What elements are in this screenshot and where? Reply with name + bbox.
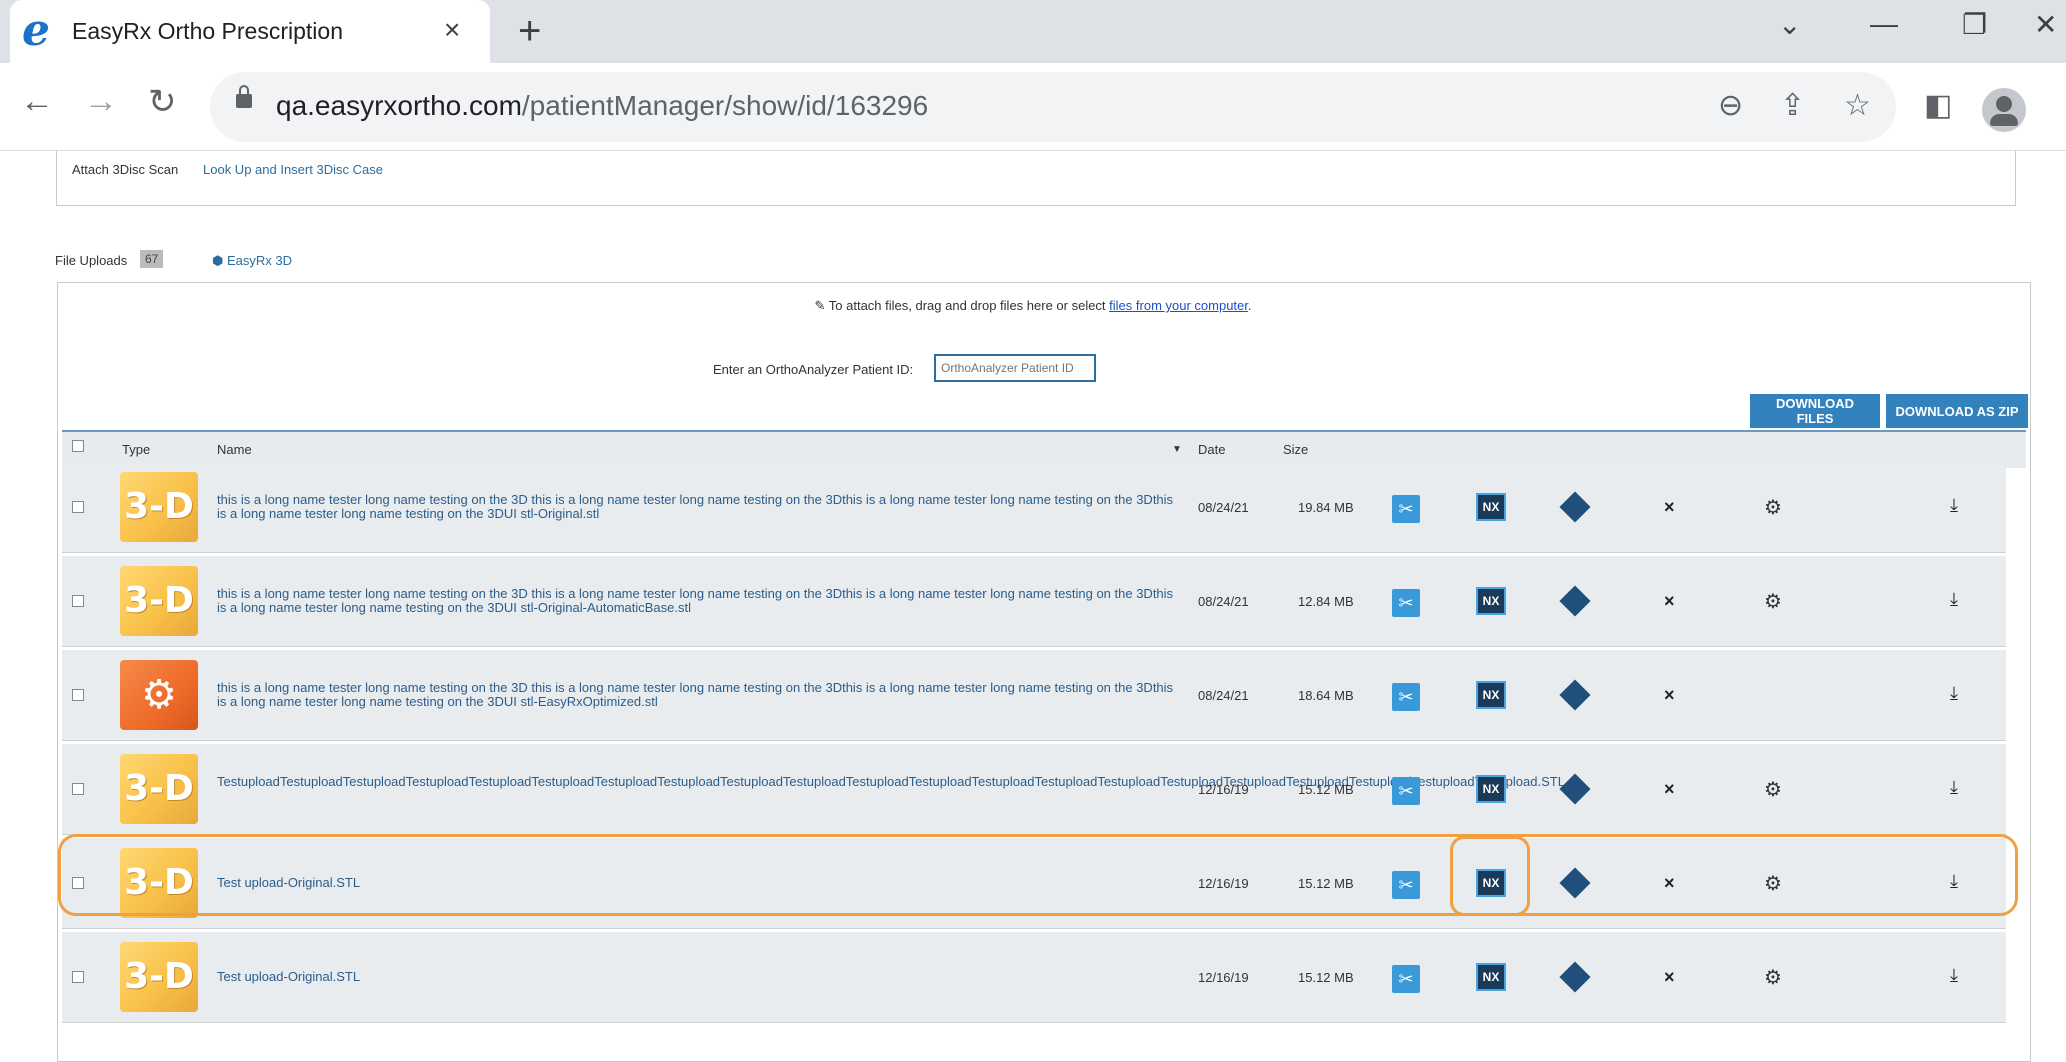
address-url[interactable]: qa.easyrxortho.com/patientManager/show/i… [276,90,928,122]
trim-tool-icon[interactable]: ✂ [1392,589,1420,617]
table-row[interactable] [62,744,2006,835]
tab-easyrx-3d-label: EasyRx 3D [226,253,293,268]
file-date: 08/24/21 [1198,688,1249,703]
delete-icon[interactable]: × [1664,779,1675,800]
uploads-count-badge: 67 [140,250,164,268]
download-icon[interactable]: ⤓ [1950,965,1958,986]
nx-viewer-icon[interactable]: NX [1476,587,1506,615]
file-size: 12.84 MB [1298,594,1354,609]
sidebar-icon[interactable]: ◧ [1924,88,1952,123]
reload-icon[interactable]: ↻ [148,82,177,122]
row-checkbox[interactable] [72,971,84,983]
header-size[interactable]: Size [1283,442,1308,457]
file-date: 12/16/19 [1198,782,1249,797]
trim-tool-icon[interactable]: ✂ [1392,777,1420,805]
row-checkbox[interactable] [72,595,84,607]
header-date[interactable]: Date [1198,442,1225,457]
3d-file-thumb-icon: 3-D [120,566,198,636]
orthoanalyzer-label: Enter an OrthoAnalyzer Patient ID: [713,362,914,377]
back-icon[interactable]: ← [20,82,54,121]
file-date: 12/16/19 [1198,970,1249,985]
attach-3disc-link[interactable]: Attach 3Disc Scan [72,162,178,177]
trim-tool-icon[interactable]: ✂ [1392,683,1420,711]
file-name-link[interactable]: Test upload-Original.STL [217,970,1177,984]
files-from-computer-link[interactable]: files from your computer [1109,298,1248,313]
nx-viewer-icon[interactable]: NX [1476,493,1506,521]
nx-viewer-icon[interactable]: NX [1476,963,1506,991]
file-name-link[interactable]: this is a long name tester long name tes… [217,681,1177,709]
attach-hint: ✎ To attach files, drag and drop files h… [0,298,2066,314]
delete-icon[interactable]: × [1664,685,1675,706]
cube-icon: ⬢ [212,253,224,268]
lookup-3disc-link[interactable]: Look Up and Insert 3Disc Case [203,162,383,177]
file-name-link[interactable]: this is a long name tester long name tes… [217,493,1177,521]
row-checkbox[interactable] [72,501,84,513]
orthoanalyzer-id-input[interactable] [934,354,1096,382]
settings-gear-icon[interactable]: ⚙ [1764,495,1782,520]
settings-gear-icon[interactable]: ⚙ [1764,589,1782,614]
row-checkbox[interactable] [72,689,84,701]
download-icon[interactable]: ⤓ [1950,683,1958,704]
header-name[interactable]: Name [217,442,252,457]
download-icon[interactable]: ⤓ [1950,589,1958,610]
restore-icon[interactable]: ❐ [1962,8,1987,41]
select-all-checkbox[interactable] [72,440,84,452]
file-size: 18.64 MB [1298,688,1354,703]
download-zip-button[interactable]: DOWNLOAD AS ZIP [1886,394,2028,428]
lock-icon[interactable] [236,85,252,108]
edge-logo-icon: e [22,5,50,56]
file-name-link[interactable]: this is a long name tester long name tes… [217,587,1177,615]
trim-tool-icon[interactable]: ✂ [1392,495,1420,523]
3d-file-thumb-icon: 3-D [120,754,198,824]
star-icon[interactable]: ☆ [1844,88,1871,123]
trim-tool-icon[interactable]: ✂ [1392,965,1420,993]
scan-links-box [56,150,2016,206]
tab-close-icon[interactable]: × [444,14,460,46]
attach-hint-suffix: . [1247,298,1252,313]
browser-tab-title: EasyRx Ortho Prescription [72,18,343,44]
file-size: 19.84 MB [1298,500,1354,515]
forward-icon[interactable]: → [84,82,118,121]
file-size: 15.12 MB [1298,970,1354,985]
tab-file-uploads[interactable]: File Uploads [55,253,127,268]
row-checkbox[interactable] [72,783,84,795]
settings-gear-icon[interactable]: ⚙ [1764,965,1782,990]
highlight-row [58,834,2018,916]
close-window-icon[interactable]: ✕ [2034,8,2057,41]
file-date: 08/24/21 [1198,594,1249,609]
delete-icon[interactable]: × [1664,591,1675,612]
nx-viewer-icon[interactable]: NX [1476,775,1506,803]
delete-icon[interactable]: × [1664,967,1675,988]
zoom-out-icon[interactable]: ⊖ [1718,88,1743,123]
3d-file-thumb-icon: 3-D [120,942,198,1012]
chevron-down-icon[interactable]: ⌄ [1778,8,1801,41]
file-date: 08/24/21 [1198,500,1249,515]
delete-icon[interactable]: × [1664,497,1675,518]
new-tab-icon[interactable]: + [518,8,541,54]
minimize-icon[interactable]: — [1870,8,1898,40]
settings-gear-icon[interactable]: ⚙ [1764,777,1782,802]
download-files-button[interactable]: DOWNLOAD FILES [1750,394,1880,428]
header-type[interactable]: Type [122,442,150,457]
sort-desc-icon[interactable]: ▼ [1172,444,1182,455]
3d-file-thumb-icon: 3-D [120,472,198,542]
share-icon[interactable]: ⇪ [1780,88,1805,123]
attach-hint-text: To attach files, drag and drop files her… [828,298,1110,313]
highlight-nx-icon [1450,836,1530,916]
download-icon[interactable]: ⤓ [1950,495,1958,516]
file-name-link[interactable]: TestuploadTestuploadTestuploadTestupload… [217,775,1565,789]
file-size: 15.12 MB [1298,782,1354,797]
tab-easyrx-3d[interactable]: ⬢ EasyRx 3D [212,253,292,269]
download-icon[interactable]: ⤓ [1950,777,1958,798]
paperclip-icon: ✎ [814,298,826,313]
profile-icon[interactable] [1982,88,2026,132]
nx-viewer-icon[interactable]: NX [1476,681,1506,709]
gear-file-thumb-icon: ⚙ [120,660,198,730]
